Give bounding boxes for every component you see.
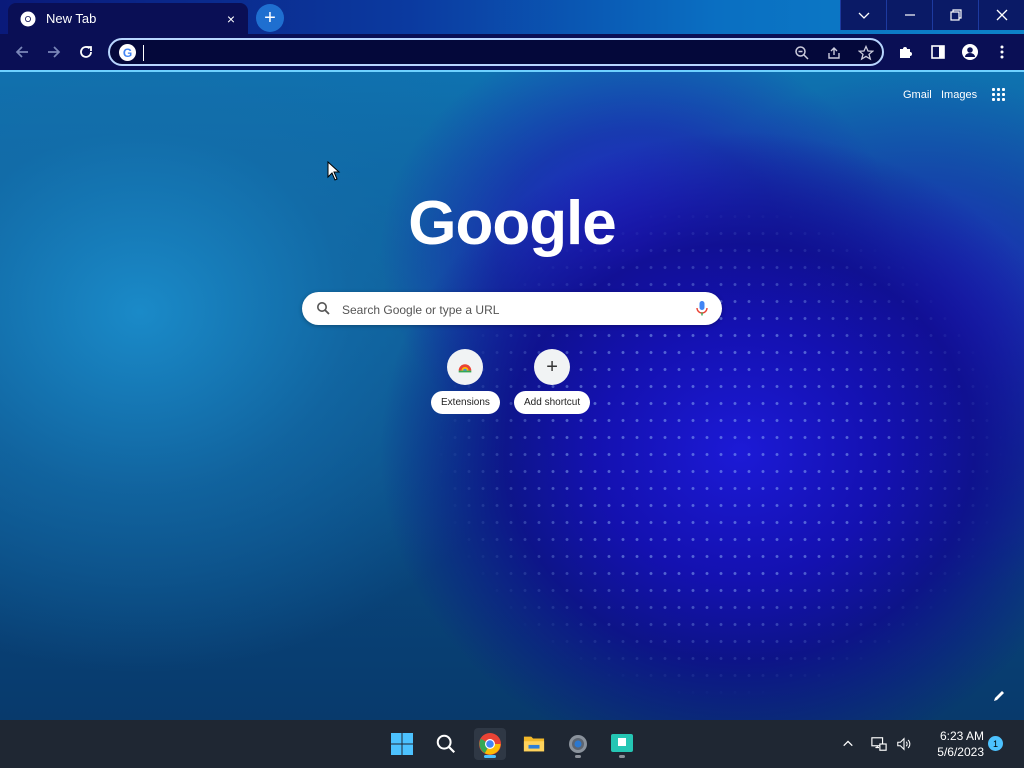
arrow-left-icon bbox=[15, 46, 28, 58]
address-bar[interactable]: G bbox=[108, 38, 884, 66]
new-tab-background bbox=[0, 72, 1024, 720]
close-icon[interactable] bbox=[978, 0, 1024, 30]
shortcut-extensions[interactable]: Extensions bbox=[431, 349, 500, 414]
running-app-indicator bbox=[575, 755, 581, 758]
restore-icon[interactable] bbox=[932, 0, 979, 30]
reload-button[interactable] bbox=[72, 38, 100, 66]
arrow-right-icon bbox=[48, 46, 61, 58]
plus-icon: + bbox=[534, 349, 571, 385]
extensions-button[interactable] bbox=[892, 38, 920, 66]
chrome-icon[interactable] bbox=[474, 728, 506, 760]
microphone-icon[interactable] bbox=[694, 300, 710, 317]
google-apps-icon[interactable] bbox=[992, 88, 1006, 102]
shortcut-label: Extensions bbox=[431, 391, 500, 414]
back-button[interactable] bbox=[8, 38, 36, 66]
running-app-indicator bbox=[619, 755, 625, 758]
search-icon bbox=[317, 302, 330, 315]
customize-pencil-icon[interactable] bbox=[992, 689, 1006, 703]
gmail-link[interactable]: Gmail bbox=[903, 89, 932, 101]
side-panel-icon bbox=[931, 45, 945, 59]
tab-title: New Tab bbox=[46, 11, 97, 26]
google-logo: Google bbox=[408, 189, 617, 258]
clock-date: 5/6/2023 bbox=[937, 745, 984, 759]
notification-badge[interactable]: 1 bbox=[988, 736, 1003, 751]
new-tab-button[interactable]: + bbox=[256, 4, 284, 32]
tab-close-icon[interactable]: × bbox=[222, 10, 240, 28]
bookmark-star-icon[interactable] bbox=[858, 45, 874, 61]
add-shortcut-button[interactable]: + Add shortcut bbox=[514, 349, 591, 414]
images-link[interactable]: Images bbox=[941, 89, 977, 101]
tab-new-tab[interactable]: New Tab × bbox=[8, 3, 248, 34]
settings-icon[interactable] bbox=[562, 728, 594, 760]
system-clock[interactable]: 6:23 AM 5/6/2023 bbox=[922, 728, 984, 760]
search-icon[interactable] bbox=[430, 728, 462, 760]
clock-time: 6:23 AM bbox=[939, 729, 984, 743]
network-icon[interactable] bbox=[868, 732, 890, 756]
active-app-indicator bbox=[484, 755, 496, 758]
chevron-down-icon[interactable] bbox=[840, 0, 887, 30]
windows-start-icon[interactable] bbox=[386, 728, 418, 760]
screenshot-app-icon[interactable] bbox=[606, 728, 638, 760]
puzzle-piece-icon bbox=[900, 47, 912, 58]
text-caret bbox=[143, 45, 144, 61]
profile-button[interactable] bbox=[956, 38, 984, 66]
profile-avatar-icon bbox=[962, 44, 978, 60]
chrome-web-store-icon bbox=[447, 349, 484, 385]
chrome-icon bbox=[20, 11, 36, 26]
mouse-cursor-icon bbox=[327, 161, 341, 181]
google-g-icon: G bbox=[119, 44, 136, 61]
forward-button[interactable] bbox=[40, 38, 68, 66]
search-box[interactable] bbox=[302, 292, 722, 325]
water-droplets-texture bbox=[0, 72, 1024, 720]
volume-icon[interactable] bbox=[893, 732, 915, 756]
shortcut-label: Add shortcut bbox=[514, 391, 591, 414]
menu-button[interactable] bbox=[988, 38, 1016, 66]
zoom-icon[interactable] bbox=[794, 45, 810, 61]
taskbar bbox=[0, 720, 1024, 768]
side-panel-button[interactable] bbox=[924, 38, 952, 66]
minimize-icon[interactable] bbox=[886, 0, 933, 30]
share-icon[interactable] bbox=[826, 45, 842, 61]
search-input[interactable] bbox=[340, 298, 684, 322]
kebab-menu-icon bbox=[1000, 45, 1004, 59]
reload-icon bbox=[80, 46, 92, 58]
title-bar: New Tab × + bbox=[0, 0, 1024, 34]
browser-toolbar: G bbox=[0, 34, 1024, 72]
file-explorer-icon[interactable] bbox=[518, 728, 550, 760]
show-hidden-icons-chevron-icon[interactable] bbox=[837, 732, 859, 756]
